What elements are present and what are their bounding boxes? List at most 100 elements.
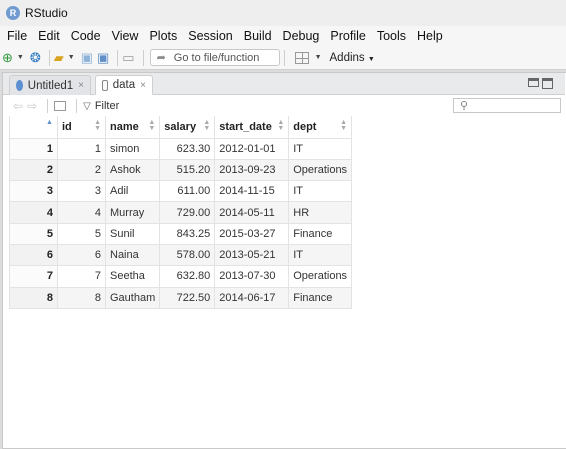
close-icon[interactable]: × bbox=[78, 80, 84, 91]
table-row: 4 4 Murray 729.00 2014-05-11 HR bbox=[9, 201, 353, 224]
workspace-panes-icon[interactable] bbox=[294, 51, 309, 64]
addins-menu[interactable]: Addins ▼ bbox=[330, 52, 375, 64]
menu-help[interactable]: Help bbox=[412, 29, 449, 43]
table-row: 6 6 Naina 578.00 2013-05-21 IT bbox=[9, 243, 353, 267]
sort-icon: ▲ ▼ bbox=[203, 119, 211, 132]
cell-salary: 722.50 bbox=[159, 286, 216, 309]
pane-window-controls bbox=[528, 78, 553, 89]
row-number: 4 bbox=[9, 201, 58, 224]
source-pane: Untitled1 × data × ⇦ ⇨ ▽ Filter ⚲ ▲ id ▲… bbox=[2, 72, 566, 449]
open-file-icon[interactable]: ▰ bbox=[54, 50, 64, 66]
filter-button[interactable]: ▽ Filter bbox=[83, 100, 119, 112]
column-header-salary[interactable]: salary ▲ ▼ bbox=[159, 116, 216, 139]
back-arrow-icon[interactable]: ⇦ bbox=[13, 99, 23, 113]
menu-plots[interactable]: Plots bbox=[144, 29, 183, 43]
save-all-icon[interactable]: ▣ bbox=[97, 50, 109, 66]
save-icon[interactable]: ▣ bbox=[81, 50, 93, 66]
cell-salary: 632.80 bbox=[159, 265, 216, 288]
cell-start-date: 2013-07-30 bbox=[214, 265, 290, 288]
toolbar-separator bbox=[76, 99, 78, 113]
new-file-icon[interactable]: ⊕ bbox=[2, 50, 13, 66]
data-viewer-toolbar: ⇦ ⇨ ▽ Filter ⚲ bbox=[3, 96, 565, 116]
main-toolbar: ⊕ ▼ ❂ ▰ ▼ ▣ ▣ ▭ ➦ Go to file/function ▼ … bbox=[0, 46, 566, 70]
r-script-icon bbox=[16, 80, 23, 91]
column-header-start-date[interactable]: start_date ▲ ▼ bbox=[214, 116, 290, 139]
tab-label: data bbox=[112, 79, 136, 91]
show-in-new-window-icon[interactable] bbox=[54, 101, 67, 111]
table-row: 5 5 Sunil 843.25 2015-03-27 Finance bbox=[9, 222, 353, 245]
column-header-dept[interactable]: dept ▲ ▼ bbox=[288, 116, 353, 139]
row-number: 2 bbox=[9, 158, 58, 182]
column-header-label: salary bbox=[164, 120, 197, 133]
column-header-label: dept bbox=[293, 120, 317, 133]
cell-dept: HR bbox=[288, 201, 353, 224]
cell-dept: Operations bbox=[288, 265, 353, 288]
toolbar-separator bbox=[47, 99, 49, 113]
cell-salary: 843.25 bbox=[159, 222, 216, 245]
toolbar-separator bbox=[48, 49, 50, 66]
menu-debug[interactable]: Debug bbox=[278, 29, 326, 43]
new-project-icon[interactable]: ❂ bbox=[30, 50, 41, 66]
minimize-pane-icon[interactable] bbox=[528, 78, 539, 87]
toolbar-separator bbox=[117, 49, 119, 66]
title-bar: R RStudio bbox=[0, 0, 566, 26]
cell-start-date: 2013-05-21 bbox=[214, 243, 290, 267]
sort-icon: ▲ ▼ bbox=[277, 119, 285, 132]
menu-file[interactable]: File bbox=[2, 29, 33, 43]
close-icon[interactable]: × bbox=[140, 80, 146, 91]
open-file-dropdown-icon[interactable]: ▼ bbox=[68, 54, 75, 61]
menu-session[interactable]: Session bbox=[183, 29, 238, 43]
tab-data[interactable]: data × bbox=[95, 75, 153, 95]
workspace-panes-dropdown-icon[interactable]: ▼ bbox=[315, 54, 322, 61]
cell-dept: IT bbox=[288, 180, 353, 203]
addins-dropdown-icon: ▼ bbox=[367, 55, 375, 63]
column-header-label: start_date bbox=[219, 120, 272, 133]
addins-label: Addins bbox=[329, 51, 365, 64]
rstudio-logo-icon: R bbox=[6, 6, 20, 20]
cell-dept: Operations bbox=[288, 158, 353, 182]
cell-name: Seetha bbox=[104, 265, 161, 288]
go-to-arrow-icon: ➦ bbox=[156, 52, 166, 64]
row-number: 7 bbox=[9, 265, 58, 288]
cell-id: 6 bbox=[57, 243, 106, 267]
toolbar-separator bbox=[283, 49, 285, 66]
toolbar-separator bbox=[142, 49, 144, 66]
column-header-id[interactable]: id ▲ ▼ bbox=[57, 116, 106, 139]
menu-build[interactable]: Build bbox=[239, 29, 278, 43]
cell-salary: 729.00 bbox=[159, 201, 216, 224]
cell-salary: 515.20 bbox=[159, 158, 216, 182]
row-number: 8 bbox=[9, 286, 58, 309]
cell-salary: 623.30 bbox=[159, 137, 216, 160]
filter-funnel-icon: ▽ bbox=[83, 100, 91, 112]
row-number: 6 bbox=[9, 243, 58, 267]
column-header-rownames[interactable]: ▲ bbox=[9, 116, 58, 139]
go-to-file-function-placeholder: Go to file/function bbox=[173, 51, 260, 64]
forward-arrow-icon[interactable]: ⇨ bbox=[27, 99, 37, 113]
menu-bar: File Edit Code View Plots Session Build … bbox=[0, 26, 566, 46]
menu-edit[interactable]: Edit bbox=[33, 29, 66, 43]
cell-id: 4 bbox=[57, 201, 106, 224]
data-viewer-icon bbox=[102, 79, 108, 91]
menu-view[interactable]: View bbox=[107, 29, 145, 43]
menu-profile[interactable]: Profile bbox=[325, 29, 371, 43]
menu-code[interactable]: Code bbox=[66, 29, 107, 43]
table-row: 3 3 Adil 611.00 2014-11-15 IT bbox=[9, 180, 353, 203]
maximize-pane-icon[interactable] bbox=[542, 78, 553, 89]
cell-name: Sunil bbox=[104, 222, 161, 245]
tab-untitled1[interactable]: Untitled1 × bbox=[9, 75, 91, 95]
go-to-file-function-input[interactable]: ➦ Go to file/function bbox=[149, 49, 280, 66]
menu-tools[interactable]: Tools bbox=[372, 29, 412, 43]
table-row: 7 7 Seetha 632.80 2013-07-30 Operations bbox=[9, 265, 353, 288]
cell-dept: IT bbox=[288, 243, 353, 267]
cell-start-date: 2014-05-11 bbox=[214, 201, 290, 224]
column-header-name[interactable]: name ▲ ▼ bbox=[104, 116, 161, 139]
cell-id: 5 bbox=[57, 222, 106, 245]
cell-start-date: 2014-06-17 bbox=[214, 286, 290, 309]
print-icon[interactable]: ▭ bbox=[122, 50, 134, 66]
cell-dept: Finance bbox=[288, 222, 353, 245]
data-table: ▲ id ▲ ▼ name ▲ ▼ salary ▲ ▼ start_date ▲ ▼ dept… bbox=[9, 116, 353, 309]
new-file-dropdown-icon[interactable]: ▼ bbox=[17, 54, 24, 61]
table-row: 1 1 simon 623.30 2012-01-01 IT bbox=[9, 137, 353, 160]
sort-icon: ▲ ▼ bbox=[94, 119, 101, 132]
search-input[interactable]: ⚲ bbox=[453, 98, 561, 113]
